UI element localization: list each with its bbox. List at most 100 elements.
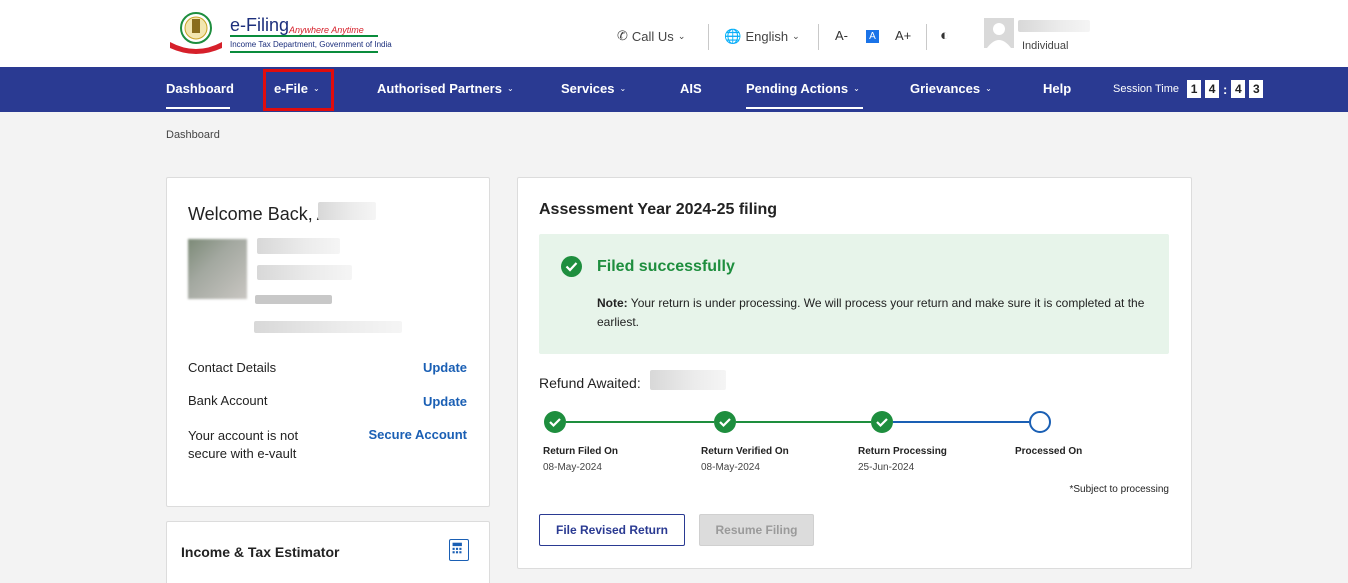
header-divider: [708, 24, 709, 50]
tracker-line-complete: [736, 421, 871, 423]
nav-services[interactable]: Services ⌄: [561, 81, 626, 96]
profile-photo: [188, 239, 247, 299]
nav-help[interactable]: Help: [1043, 81, 1071, 96]
estimator-title: Income & Tax Estimator: [181, 544, 340, 560]
processing-footnote: *Subject to processing: [1069, 484, 1169, 495]
chevron-down-icon: ⌄: [853, 84, 860, 93]
tracker-line-complete: [566, 421, 714, 423]
step-done-icon: [871, 411, 893, 433]
nav-dashboard[interactable]: Dashboard: [166, 81, 234, 96]
brand-name: e-Filing: [230, 15, 290, 35]
national-emblem-icon: [170, 12, 222, 54]
step-label: Processed On: [1015, 446, 1083, 457]
brand-subtitle: Income Tax Department, Government of Ind…: [230, 40, 392, 49]
info-redacted: [255, 295, 332, 304]
update-contact-link[interactable]: Update: [423, 360, 467, 375]
file-revised-return-button[interactable]: File Revised Return: [539, 514, 685, 546]
resume-filing-button[interactable]: Resume Filing: [699, 514, 814, 546]
pan-redacted: [257, 238, 340, 254]
font-increase-button[interactable]: A+: [895, 28, 911, 43]
bank-account-label: Bank Account: [188, 393, 268, 408]
main-nav: Dashboard e-File ⌄ Authorised Partners ⌄…: [0, 67, 1348, 112]
secure-account-link[interactable]: Secure Account: [369, 427, 468, 442]
step-label: Return Processing: [858, 446, 947, 457]
font-normal-button[interactable]: A: [866, 30, 879, 43]
globe-icon: 🌐: [724, 28, 742, 44]
filing-title: Assessment Year 2024-25 filing: [539, 201, 778, 218]
nav-help-label: Help: [1043, 81, 1072, 96]
breadcrumb[interactable]: Dashboard: [166, 129, 220, 141]
calculator-icon: [449, 539, 469, 561]
language-dropdown[interactable]: 🌐 English ⌄: [724, 28, 800, 45]
welcome-heading: Welcome Back, A: [188, 204, 329, 224]
contrast-icon[interactable]: ◐: [940, 27, 949, 44]
evault-status-text: Your account is not secure with e-vault: [188, 428, 299, 461]
refund-amount-redacted: [650, 370, 726, 390]
note-text: Your return is under processing. We will…: [597, 296, 1145, 329]
nav-ais[interactable]: AIS: [680, 81, 702, 96]
filing-status-title: Filed successfully: [597, 258, 735, 275]
nav-grievances[interactable]: Grievances ⌄: [910, 81, 992, 96]
efiling-logo[interactable]: e-Filing Anywhere Anytime Income Tax Dep…: [166, 10, 392, 54]
filing-status-card: Assessment Year 2024-25 filing Filed suc…: [517, 177, 1192, 569]
session-digit: 4: [1205, 80, 1220, 98]
top-header: e-Filing Anywhere Anytime Income Tax Dep…: [0, 0, 1348, 67]
active-tab-underline: [166, 107, 230, 109]
brand-tagline: Anywhere Anytime: [289, 25, 364, 35]
logo-divider: [230, 35, 378, 37]
note-label: Note:: [597, 296, 628, 310]
logo-divider: [230, 51, 378, 53]
step-pending-icon: [1029, 411, 1051, 433]
dob-redacted: [257, 265, 352, 280]
nav-dashboard-label: Dashboard: [166, 81, 234, 96]
step-label: Return Filed On: [543, 446, 618, 457]
chevron-down-icon: ⌄: [506, 84, 514, 93]
language-label: English: [745, 29, 789, 44]
user-name-redacted: [1018, 20, 1090, 32]
step-date: 08-May-2024: [543, 462, 602, 473]
session-timer: Session Time 1 4 : 4 3: [1113, 80, 1264, 98]
nav-grievances-label: Grievances: [910, 81, 981, 96]
header-divider: [926, 24, 927, 50]
welcome-card: Welcome Back, A Contact Details Update B…: [166, 177, 490, 507]
step-label: Return Verified On: [701, 446, 789, 457]
header-divider: [818, 24, 819, 50]
chevron-down-icon: ⌄: [677, 30, 686, 41]
nav-authorised-partners-label: Authorised Partners: [377, 81, 502, 96]
calculator-glyph-icon: [452, 542, 462, 554]
processing-note: Note: Your return is under processing. W…: [597, 294, 1157, 332]
chevron-down-icon: ⌄: [619, 84, 627, 93]
chevron-down-icon: ⌄: [792, 31, 800, 41]
highlight-box: [263, 69, 334, 111]
refund-label: Refund Awaited:: [539, 375, 641, 391]
session-label: Session Time: [1113, 83, 1180, 95]
nav-authorised-partners[interactable]: Authorised Partners ⌄: [377, 81, 514, 96]
name-redacted: [318, 202, 376, 220]
call-us-label: Call Us: [631, 28, 674, 44]
step-date: 08-May-2024: [701, 462, 760, 473]
chevron-down-icon: ⌄: [985, 84, 992, 93]
step-done-icon: [544, 411, 566, 433]
session-separator: :: [1223, 81, 1228, 97]
nav-pending-actions[interactable]: Pending Actions ⌄: [746, 81, 860, 96]
user-role: Individual: [1022, 40, 1069, 52]
active-tab-underline: [746, 107, 863, 109]
phone-icon: ✆: [617, 28, 628, 43]
call-us-dropdown[interactable]: ✆ Call Us ⌄: [617, 28, 685, 44]
success-banner: Filed successfully Note: Your return is …: [539, 234, 1169, 354]
session-digit: 4: [1231, 80, 1246, 98]
session-digit: 3: [1249, 80, 1264, 98]
font-decrease-button[interactable]: A-: [835, 28, 848, 43]
contact-details-label: Contact Details: [188, 360, 277, 375]
avatar[interactable]: [984, 18, 1014, 48]
nav-services-label: Services: [561, 81, 615, 96]
user-silhouette-icon: [987, 23, 1011, 48]
session-digit: 1: [1187, 80, 1202, 98]
address-redacted: [254, 321, 402, 333]
tracker-line-pending: [893, 421, 1029, 423]
nav-pending-actions-label: Pending Actions: [746, 81, 849, 96]
update-bank-link[interactable]: Update: [423, 394, 467, 409]
step-date: 25-Jun-2024: [858, 462, 915, 473]
estimator-card[interactable]: Income & Tax Estimator: [166, 521, 490, 583]
step-done-icon: [714, 411, 736, 433]
